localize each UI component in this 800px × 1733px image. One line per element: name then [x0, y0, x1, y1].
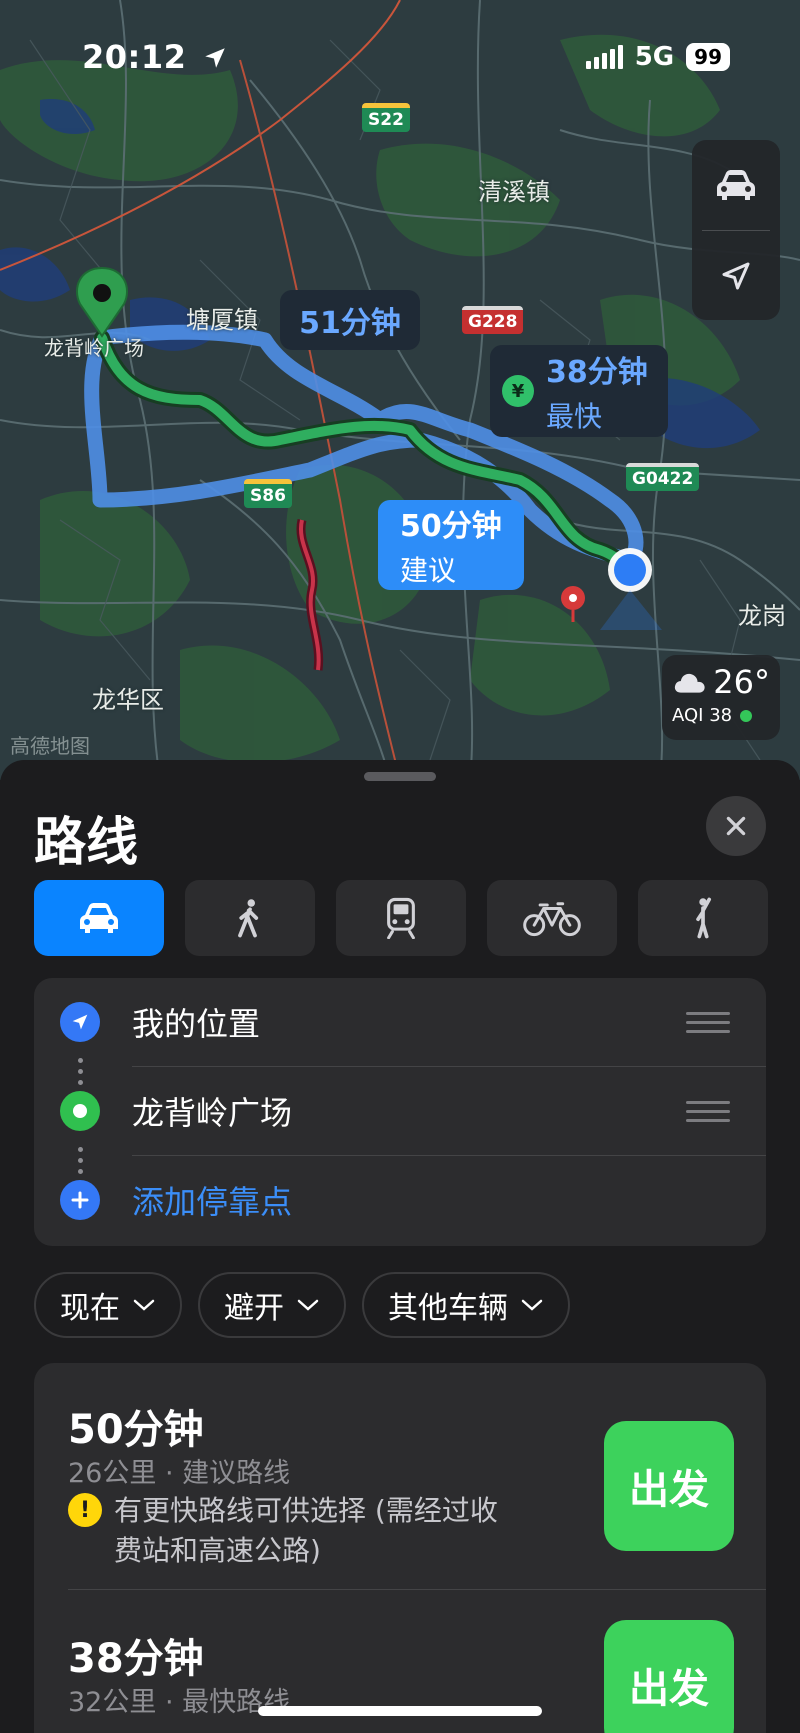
status-bar: 20:12 5G 99: [0, 0, 800, 120]
weather-aqi: AQI 38: [672, 705, 733, 726]
route-bubble-fast-time: 38分钟: [546, 355, 648, 390]
map-controls: [692, 140, 780, 320]
locate-me-button[interactable]: [692, 231, 780, 321]
route-options-list: 50分钟 26公里 · 建议路线 ! 有更快路线可供选择 (需经过收费站和高速公…: [34, 1363, 766, 1733]
toll-icon: ¥: [502, 375, 534, 407]
close-icon: [726, 816, 746, 836]
route-filters: 现在 避开 其他车辆: [34, 1272, 570, 1338]
route-bubble-suggested-tag: 建议: [400, 554, 457, 587]
road-shield-g0422: G0422: [626, 463, 700, 491]
navigation-arrow-icon: [722, 262, 750, 290]
car-icon: [80, 903, 118, 933]
walk-icon: [238, 899, 259, 938]
plus-icon: [60, 1180, 100, 1220]
map-view[interactable]: 20:12 5G 99 S22 G228 S86 G0422 清溪镇 塘厦镇 龙…: [0, 0, 800, 780]
driving-mode-button[interactable]: [692, 140, 780, 230]
map-watermark: 高德地图: [10, 734, 90, 758]
signal-icon: [585, 45, 623, 69]
mode-drive-button[interactable]: [34, 880, 164, 956]
stop-origin-label: 我的位置: [132, 1005, 261, 1043]
place-label-tangxia: 塘厦镇: [186, 306, 258, 334]
mode-transit-button[interactable]: [336, 880, 466, 956]
destination-label: 龙背岭广场: [44, 336, 144, 360]
status-indicators: 5G 99: [585, 42, 730, 72]
chevron-down-icon: [133, 1299, 155, 1311]
road-shield-s22: S22: [362, 103, 410, 132]
route-duration: 38分钟: [68, 1636, 204, 1682]
route-bubble-fast-tag: 最快: [546, 400, 603, 433]
route-bubble-suggested[interactable]: 50分钟 建议: [378, 500, 524, 590]
avoid-filter[interactable]: 避开: [198, 1272, 346, 1338]
vehicle-label: 其他车辆: [388, 1291, 508, 1326]
network-type: 5G: [634, 42, 675, 72]
transport-mode-selector: [34, 880, 768, 956]
road-shield-g228: G228: [462, 306, 524, 334]
chevron-down-icon: [297, 1299, 319, 1311]
stop-destination-label: 龙背岭广场: [132, 1094, 293, 1132]
battery-level: 99: [686, 43, 730, 71]
depart-time-label: 现在: [60, 1291, 120, 1326]
stop-destination[interactable]: 龙背岭广场: [34, 1067, 766, 1155]
bicycle-icon: [523, 902, 581, 937]
directions-sheet: 路线 我的位置 龙背岭广场 添加停靠点 现在 避开 其他车辆 50分钟 26公里…: [0, 760, 800, 1733]
cloud-icon: [674, 673, 705, 693]
train-icon: [387, 897, 415, 939]
reorder-handle-icon[interactable]: [686, 1095, 730, 1128]
go-button[interactable]: 出发: [604, 1421, 734, 1551]
location-arrow-icon: [60, 1002, 100, 1042]
route-duration: 50分钟: [68, 1407, 204, 1453]
route-bubble-alt-time: 51分钟: [299, 306, 401, 341]
location-arrow-icon: [205, 48, 225, 68]
destination-dot-icon: [60, 1091, 100, 1131]
place-label-qingxi: 清溪镇: [478, 178, 550, 206]
route-bubble-alternative[interactable]: 51分钟: [280, 290, 420, 350]
place-label-longhua: 龙华区: [92, 686, 164, 714]
weather-temperature: 26°: [713, 663, 770, 701]
car-icon: [717, 170, 755, 200]
chevron-down-icon: [521, 1299, 543, 1311]
depart-time-filter[interactable]: 现在: [34, 1272, 182, 1338]
route-note-text: 有更快路线可供选择 (需经过收费站和高速公路): [114, 1494, 498, 1567]
place-label-longgang: 龙岗: [738, 602, 786, 630]
sheet-grabber[interactable]: [364, 772, 436, 781]
home-indicator[interactable]: [258, 1706, 542, 1716]
mode-ride-button[interactable]: [638, 880, 768, 956]
stop-origin[interactable]: 我的位置: [34, 978, 766, 1066]
hail-icon: [696, 897, 712, 939]
route-note: ! 有更快路线可供选择 (需经过收费站和高速公路): [68, 1491, 514, 1571]
add-stop-label: 添加停靠点: [132, 1183, 293, 1221]
close-button[interactable]: [706, 796, 766, 856]
go-button[interactable]: 出发: [604, 1620, 734, 1733]
avoid-label: 避开: [224, 1291, 284, 1326]
warning-icon: !: [68, 1493, 102, 1527]
status-time: 20:12: [82, 38, 228, 76]
route-detail: 26公里 · 建议路线: [68, 1458, 291, 1489]
vehicle-filter[interactable]: 其他车辆: [362, 1272, 570, 1338]
sheet-title: 路线: [34, 813, 139, 873]
route-option[interactable]: 50分钟 26公里 · 建议路线 ! 有更快路线可供选择 (需经过收费站和高速公…: [34, 1363, 766, 1589]
route-stops-card: 我的位置 龙背岭广场 添加停靠点: [34, 978, 766, 1246]
mode-walk-button[interactable]: [185, 880, 315, 956]
route-detail: 32公里 · 最快路线: [68, 1687, 291, 1718]
add-stop-button[interactable]: 添加停靠点: [34, 1156, 766, 1244]
reorder-handle-icon[interactable]: [686, 1006, 730, 1039]
route-bubble-fastest[interactable]: ¥ 38分钟 最快: [490, 345, 668, 437]
route-bubble-suggested-time: 50分钟: [400, 509, 502, 544]
aqi-status-dot: [740, 709, 753, 722]
mode-cycle-button[interactable]: [487, 880, 617, 956]
weather-widget[interactable]: 26° AQI 38: [662, 655, 780, 740]
road-shield-s86: S86: [244, 479, 292, 508]
